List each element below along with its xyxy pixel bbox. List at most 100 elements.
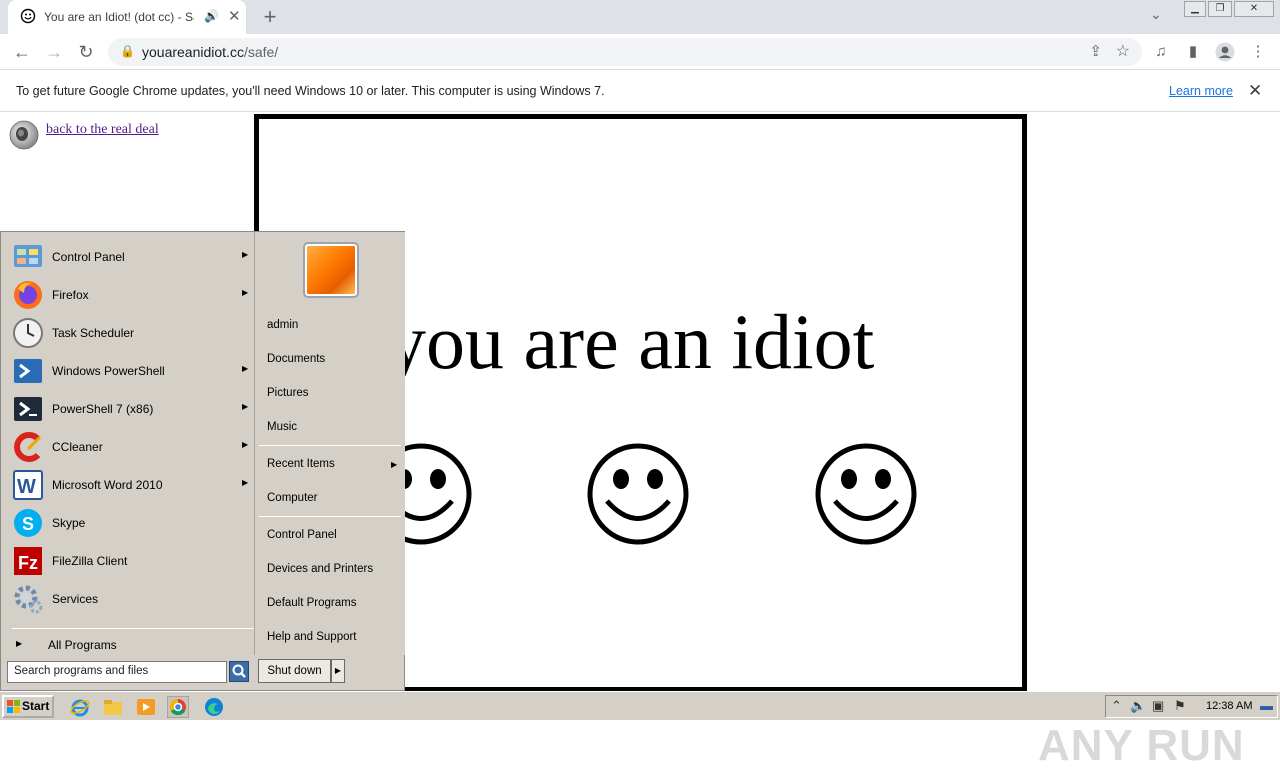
program-word-2010[interactable]: W Microsoft Word 2010 ▶ xyxy=(10,466,254,504)
new-tab-button[interactable]: + xyxy=(258,4,282,30)
learn-more-link[interactable]: Learn more xyxy=(1169,84,1233,98)
right-arrow-icon: ▶ xyxy=(16,639,23,648)
start-button[interactable]: Start xyxy=(2,695,54,718)
reload-button[interactable]: ↻ xyxy=(74,40,98,64)
program-filezilla[interactable]: Fz FileZilla Client xyxy=(10,542,254,580)
url-text: youareanidiot.cc/safe/ xyxy=(142,44,278,60)
start-menu-places: admin Documents Pictures Music Recent It… xyxy=(254,232,405,655)
user-avatar[interactable] xyxy=(303,242,359,298)
back-button[interactable]: ← xyxy=(10,40,34,64)
volume-icon[interactable]: 🔈 xyxy=(1130,698,1146,714)
chrome-icon[interactable] xyxy=(167,696,189,718)
program-label: Firefox xyxy=(52,288,89,302)
submenu-arrow-icon: ▶ xyxy=(242,402,249,411)
file-explorer-icon[interactable] xyxy=(102,696,124,718)
url-host: youareanidiot.cc xyxy=(142,44,244,60)
tab-search-icon[interactable]: ⌄ xyxy=(1150,6,1162,23)
place-control-panel[interactable]: Control Panel xyxy=(267,529,337,541)
place-help-support[interactable]: Help and Support xyxy=(267,631,357,643)
svg-text:Fz: Fz xyxy=(18,553,38,573)
show-hidden-icons-icon[interactable]: ⌃ xyxy=(1111,698,1122,714)
internet-explorer-icon[interactable] xyxy=(69,696,91,718)
submenu-arrow-icon: ▶ xyxy=(391,460,398,469)
services-icon xyxy=(14,585,43,614)
place-admin[interactable]: admin xyxy=(267,319,298,331)
firefox-icon xyxy=(14,281,42,309)
close-tab-icon[interactable]: ✕ xyxy=(228,7,241,25)
lock-icon[interactable]: 🔒 xyxy=(120,44,135,58)
place-documents[interactable]: Documents xyxy=(267,353,325,365)
search-icon[interactable] xyxy=(229,661,249,682)
infobar-close-icon[interactable]: ✕ xyxy=(1248,81,1262,101)
powershell7-icon xyxy=(14,397,42,421)
program-label: Control Panel xyxy=(52,250,125,264)
restore-button[interactable]: ❐ xyxy=(1208,1,1232,17)
address-bar[interactable]: 🔒 youareanidiot.cc/safe/ ⇪ ☆ xyxy=(108,38,1142,66)
control-panel-icon xyxy=(14,245,42,267)
all-programs-label: All Programs xyxy=(48,638,117,652)
start-label: Start xyxy=(22,699,50,713)
tab-strip: You are an Idiot! (dot cc) - Safe 🔊 ✕ + … xyxy=(0,0,1280,34)
browser-toolbar: ← → ↻ 🔒 youareanidiot.cc/safe/ ⇪ ☆ ♫ ▮ ⋮ xyxy=(0,34,1280,70)
program-label: FileZilla Client xyxy=(52,554,128,568)
program-ccleaner[interactable]: CCleaner ▶ xyxy=(10,428,254,466)
close-window-button[interactable]: ✕ xyxy=(1234,1,1274,17)
forward-button[interactable]: → xyxy=(42,40,66,64)
place-music[interactable]: Music xyxy=(267,421,297,433)
start-menu: Control Panel ▶ Firefox ▶ Task Scheduler… xyxy=(0,231,405,691)
place-pictures[interactable]: Pictures xyxy=(267,387,309,399)
profile-icon[interactable] xyxy=(1215,42,1235,62)
shutdown-button[interactable]: Shut down xyxy=(258,659,331,683)
submenu-arrow-icon: ▶ xyxy=(242,288,249,297)
start-menu-footer: Search programs and files Shut down ▶ xyxy=(1,655,406,692)
clock[interactable]: 12:38 AM xyxy=(1206,700,1252,712)
shutdown-options-arrow-icon[interactable]: ▶ xyxy=(331,659,345,683)
share-icon[interactable]: ⇪ xyxy=(1089,42,1102,60)
start-search-input[interactable]: Search programs and files xyxy=(7,661,227,683)
place-computer[interactable]: Computer xyxy=(267,492,318,504)
program-label: Skype xyxy=(52,516,86,530)
smiley-face-icon xyxy=(815,443,917,545)
place-default-programs[interactable]: Default Programs xyxy=(267,597,356,609)
infobar-message: To get future Google Chrome updates, you… xyxy=(16,84,605,98)
chrome-menu-icon[interactable]: ⋮ xyxy=(1248,42,1268,62)
task-scheduler-icon xyxy=(13,318,43,348)
windows-logo-icon xyxy=(7,700,20,713)
edge-icon[interactable] xyxy=(203,696,225,718)
minimize-button[interactable]: ▁ xyxy=(1184,1,1206,17)
program-windows-powershell[interactable]: Windows PowerShell ▶ xyxy=(10,352,254,390)
browser-tab[interactable]: You are an Idiot! (dot cc) - Safe 🔊 ✕ xyxy=(8,0,246,34)
svg-text:W: W xyxy=(17,476,36,498)
program-skype[interactable]: S Skype xyxy=(10,504,254,542)
media-control-icon[interactable]: ♫ xyxy=(1151,42,1171,62)
start-menu-programs: Control Panel ▶ Firefox ▶ Task Scheduler… xyxy=(4,235,254,655)
action-center-flag-icon[interactable]: ⚑ xyxy=(1174,698,1186,714)
place-devices-printers[interactable]: Devices and Printers xyxy=(267,563,373,575)
submenu-arrow-icon: ▶ xyxy=(242,250,249,259)
media-player-icon[interactable] xyxy=(135,696,157,718)
place-recent-items[interactable]: Recent Items xyxy=(267,458,335,470)
divider xyxy=(259,445,401,446)
program-powershell-7[interactable]: PowerShell 7 (x86) ▶ xyxy=(10,390,254,428)
taskbar: Start ⌃ 🔈 ▣ ⚑ 12:38 AM ▬ xyxy=(0,691,1280,720)
network-icon[interactable]: ▣ xyxy=(1152,698,1164,714)
smiley-favicon-icon xyxy=(20,8,36,24)
speaker-icon[interactable] xyxy=(8,119,40,151)
all-programs-button[interactable]: ▶ All Programs xyxy=(12,635,252,655)
bookmark-star-icon[interactable]: ☆ xyxy=(1116,41,1130,61)
audio-playing-icon[interactable]: 🔊 xyxy=(204,9,219,23)
program-firefox[interactable]: Firefox ▶ xyxy=(10,276,254,314)
side-panel-icon[interactable]: ▮ xyxy=(1183,42,1203,62)
back-to-real-deal-link[interactable]: back to the real deal xyxy=(46,122,159,138)
filezilla-icon: Fz xyxy=(14,547,42,575)
ccleaner-icon xyxy=(14,432,42,462)
program-task-scheduler[interactable]: Task Scheduler xyxy=(10,314,254,352)
show-desktop-icon[interactable]: ▬ xyxy=(1260,698,1273,713)
update-infobar: To get future Google Chrome updates, you… xyxy=(0,71,1280,112)
program-control-panel[interactable]: Control Panel ▶ xyxy=(10,238,254,276)
submenu-arrow-icon: ▶ xyxy=(242,364,249,373)
program-label: Microsoft Word 2010 xyxy=(52,478,163,492)
program-label: Services xyxy=(52,592,99,606)
program-services[interactable]: Services xyxy=(10,580,254,618)
word-icon: W xyxy=(13,470,43,500)
